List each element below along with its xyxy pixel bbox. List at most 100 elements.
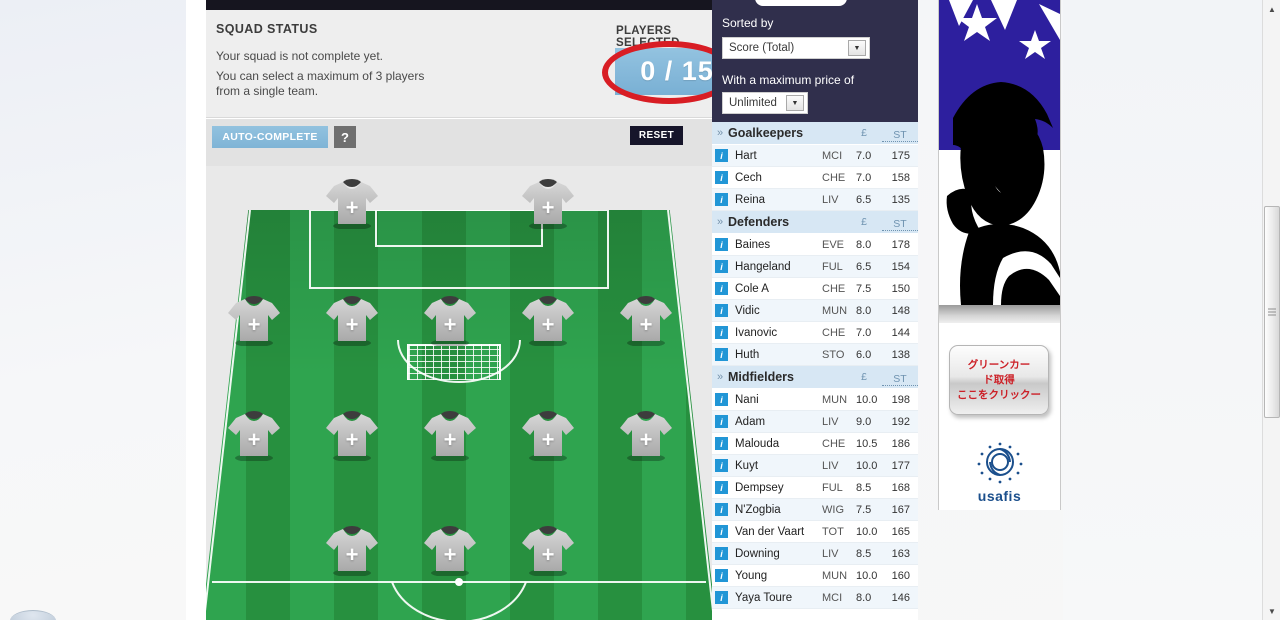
chevron-right-icon: »: [716, 216, 724, 228]
player-slot-5[interactable]: +: [421, 294, 479, 352]
player-row[interactable]: i Young MUN 10.0 160: [712, 565, 918, 587]
vertical-scrollbar[interactable]: ▲ ▼: [1262, 0, 1280, 620]
player-row[interactable]: i Dempsey FUL 8.5 168: [712, 477, 918, 499]
player-slot-15[interactable]: +: [519, 524, 577, 582]
player-score: 154: [891, 260, 910, 273]
info-icon[interactable]: i: [715, 437, 728, 450]
info-icon[interactable]: i: [715, 304, 728, 317]
info-icon[interactable]: i: [715, 415, 728, 428]
section-header-midfielders: » Midfielders £ ST: [712, 366, 918, 389]
player-slot-1[interactable]: +: [323, 177, 381, 235]
player-slot-10[interactable]: +: [421, 409, 479, 467]
player-team: TOT: [822, 525, 844, 538]
info-icon[interactable]: i: [715, 459, 728, 472]
section-title: Midfielders: [728, 370, 794, 384]
sorted-by-select[interactable]: Score (Total) ▼: [722, 37, 870, 59]
scroll-down-arrow-icon[interactable]: ▼: [1263, 602, 1280, 620]
advertisement-panel[interactable]: グリーンカー ド取得 ここをクリックー usafis: [938, 0, 1061, 510]
column-header-score[interactable]: ST: [882, 373, 918, 386]
player-row[interactable]: i Huth STO 6.0 138: [712, 344, 918, 366]
player-slot-8[interactable]: +: [225, 409, 283, 467]
player-name: Hangeland: [735, 260, 791, 273]
player-team: MCI: [822, 591, 843, 604]
info-icon[interactable]: i: [715, 393, 728, 406]
pitch-toolbar: AUTO-COMPLETE ? RESET: [206, 119, 712, 166]
usafis-logo-mark: [977, 442, 1022, 484]
player-row[interactable]: i Hart MCI 7.0 175: [712, 145, 918, 167]
column-header-score[interactable]: ST: [882, 218, 918, 231]
player-slot-14[interactable]: +: [421, 524, 479, 582]
info-icon[interactable]: i: [715, 547, 728, 560]
ad-headline-line-3: ここをクリックー: [957, 388, 1041, 401]
info-icon[interactable]: i: [715, 282, 728, 295]
player-score: 198: [891, 393, 910, 406]
player-row[interactable]: i Ivanovic CHE 7.0 144: [712, 322, 918, 344]
player-price: 10.0: [856, 393, 878, 406]
info-icon[interactable]: i: [715, 525, 728, 538]
player-team: LIV: [822, 459, 839, 472]
player-price: 8.5: [856, 547, 872, 560]
reset-button[interactable]: RESET: [630, 126, 683, 145]
player-row[interactable]: i Reina LIV 6.5 135: [712, 189, 918, 211]
player-team: FUL: [822, 481, 843, 494]
info-icon[interactable]: i: [715, 193, 728, 206]
player-row[interactable]: i Hangeland FUL 6.5 154: [712, 256, 918, 278]
player-slot-6[interactable]: +: [519, 294, 577, 352]
player-slot-11[interactable]: +: [519, 409, 577, 467]
squad-status-line-1: Your squad is not complete yet.: [216, 49, 383, 63]
info-icon[interactable]: i: [715, 149, 728, 162]
player-slot-9[interactable]: +: [323, 409, 381, 467]
ad-divider: [939, 305, 1060, 323]
main-content: SQUAD STATUS Your squad is not complete …: [206, 0, 899, 620]
player-slot-13[interactable]: +: [323, 524, 381, 582]
player-row[interactable]: i Vidic MUN 8.0 148: [712, 300, 918, 322]
column-header-price[interactable]: £: [846, 371, 882, 383]
info-icon[interactable]: i: [715, 591, 728, 604]
player-team: MUN: [822, 304, 848, 317]
player-team: FUL: [822, 260, 843, 273]
column-header-price[interactable]: £: [846, 127, 882, 139]
info-icon[interactable]: i: [715, 171, 728, 184]
player-row[interactable]: i Van der Vaart TOT 10.0 165: [712, 521, 918, 543]
info-icon[interactable]: i: [715, 503, 728, 516]
player-name: Van der Vaart: [735, 525, 805, 538]
player-team: WIG: [822, 503, 844, 516]
player-row[interactable]: i Nani MUN 10.0 198: [712, 389, 918, 411]
auto-complete-button[interactable]: AUTO-COMPLETE: [212, 126, 328, 148]
ad-headline-line-1: グリーンカー: [967, 358, 1031, 371]
info-icon[interactable]: i: [715, 348, 728, 361]
player-row[interactable]: i Kuyt LIV 10.0 177: [712, 455, 918, 477]
player-team: MCI: [822, 149, 843, 162]
player-row[interactable]: i Cech CHE 7.0 158: [712, 167, 918, 189]
column-header-score[interactable]: ST: [882, 129, 918, 142]
player-row[interactable]: i Baines EVE 8.0 178: [712, 234, 918, 256]
info-icon[interactable]: i: [715, 326, 728, 339]
info-icon[interactable]: i: [715, 569, 728, 582]
info-icon[interactable]: i: [715, 481, 728, 494]
ad-cta-button[interactable]: グリーンカー ド取得 ここをクリックー: [949, 345, 1049, 415]
help-icon[interactable]: ?: [334, 126, 356, 148]
player-row[interactable]: i Malouda CHE 10.5 186: [712, 433, 918, 455]
player-slot-12[interactable]: +: [617, 409, 675, 467]
player-price: 7.0: [856, 171, 872, 184]
player-row[interactable]: i Yaya Toure MCI 8.0 146: [712, 587, 918, 609]
player-name: Ivanovic: [735, 326, 778, 339]
chevron-down-icon[interactable]: ▼: [848, 40, 866, 56]
player-slot-2[interactable]: +: [519, 177, 577, 235]
player-slot-4[interactable]: +: [323, 294, 381, 352]
column-header-price[interactable]: £: [846, 216, 882, 228]
player-slot-7[interactable]: +: [617, 294, 675, 352]
player-price: 10.5: [856, 437, 878, 450]
chevron-down-icon[interactable]: ▼: [786, 95, 804, 111]
player-score: 167: [891, 503, 910, 516]
player-row[interactable]: i N'Zogbia WIG 7.5 167: [712, 499, 918, 521]
info-icon[interactable]: i: [715, 238, 728, 251]
player-slot-3[interactable]: +: [225, 294, 283, 352]
info-icon[interactable]: i: [715, 260, 728, 273]
max-price-select[interactable]: Unlimited ▼: [722, 92, 808, 114]
scrollbar-thumb[interactable]: [1264, 206, 1280, 418]
player-row[interactable]: i Downing LIV 8.5 163: [712, 543, 918, 565]
scroll-up-arrow-icon[interactable]: ▲: [1263, 0, 1280, 18]
player-row[interactable]: i Cole A CHE 7.5 150: [712, 278, 918, 300]
player-row[interactable]: i Adam LIV 9.0 192: [712, 411, 918, 433]
